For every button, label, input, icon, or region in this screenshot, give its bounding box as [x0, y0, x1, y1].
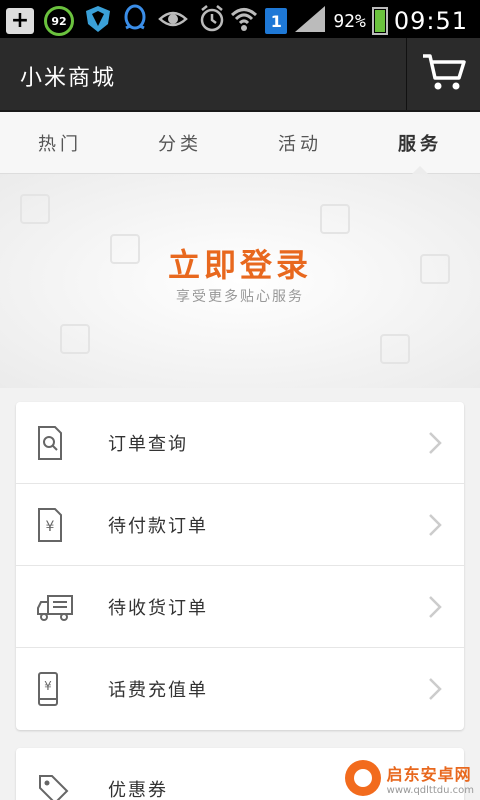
svg-text:¥: ¥: [44, 679, 52, 693]
status-time: 09:51: [393, 7, 468, 35]
tab-bar: 热门 分类 活动 服务: [0, 112, 480, 174]
eye-icon: [158, 4, 188, 38]
login-subtitle: 享受更多贴心服务: [176, 289, 304, 305]
notification-count-icon: 1: [265, 8, 288, 34]
menu-item-label: 话费充值单: [108, 680, 208, 701]
watermark: 启东安卓网 www.qdlttdu.com: [344, 760, 474, 796]
chevron-right-icon: [428, 513, 442, 541]
alarm-icon: [198, 4, 226, 38]
login-title[interactable]: 立即登录: [0, 240, 480, 286]
tab-activity[interactable]: 活动: [240, 112, 360, 173]
background-pattern-icon: [20, 194, 50, 224]
tab-hot[interactable]: 热门: [0, 112, 120, 173]
watermark-name: 启东安卓网: [386, 764, 472, 784]
menu-item-label: 优惠券: [108, 780, 168, 800]
delivery-truck-icon: [36, 587, 96, 627]
menu-item-pending-payment[interactable]: ¥ 待付款订单: [16, 484, 464, 566]
shield-icon: [84, 4, 112, 38]
login-banner[interactable]: 立即登录 享受更多贴心服务: [0, 174, 480, 388]
menu-item-phone-recharge[interactable]: ¥ 话费充值单: [16, 648, 464, 730]
background-pattern-icon: [380, 334, 410, 364]
background-pattern-icon: [320, 204, 350, 234]
signal-icon: [293, 4, 327, 38]
tab-category[interactable]: 分类: [120, 112, 240, 173]
service-menu: 订单查询 ¥ 待付款订单 待收货订单 ¥ 话费充值单: [16, 402, 464, 730]
battery-icon: [371, 7, 388, 35]
status-bar: + 92 1 92% 09:51: [0, 0, 480, 38]
watermark-logo-icon: [344, 760, 381, 796]
plus-icon: +: [6, 8, 34, 34]
title-bar: 小米商城: [0, 38, 480, 112]
coupon-tag-icon: [36, 769, 96, 800]
phone-yuan-icon: ¥: [36, 669, 96, 709]
menu-item-label: 待收货订单: [108, 597, 208, 619]
status-left: + 92: [6, 4, 226, 38]
menu-item-order-search[interactable]: 订单查询: [16, 402, 464, 484]
app-title: 小米商城: [20, 66, 117, 91]
background-pattern-icon: [60, 324, 90, 354]
order-search-icon: [36, 423, 96, 463]
watermark-url: www.qdlttdu.com: [386, 784, 474, 796]
cart-button[interactable]: [406, 38, 480, 110]
chevron-right-icon: [428, 431, 442, 459]
tab-service[interactable]: 服务: [360, 112, 480, 174]
storage-badge-icon: 92: [44, 6, 74, 36]
menu-item-label: 订单查询: [108, 433, 188, 455]
watermark-text: 启东安卓网 www.qdlttdu.com: [387, 761, 474, 796]
yuan-document-icon: ¥: [36, 505, 96, 545]
shopping-cart-icon: [421, 52, 467, 96]
menu-item-pending-delivery[interactable]: 待收货订单: [16, 566, 464, 648]
status-right: 1 92% 09:51: [229, 4, 468, 38]
wifi-icon: [229, 4, 259, 38]
chevron-right-icon: [428, 595, 442, 623]
battery-percent: 92%: [333, 10, 366, 32]
svg-text:¥: ¥: [46, 519, 55, 535]
qq-icon: [122, 4, 148, 38]
menu-item-label: 待付款订单: [108, 515, 208, 537]
chevron-right-icon: [428, 677, 442, 705]
